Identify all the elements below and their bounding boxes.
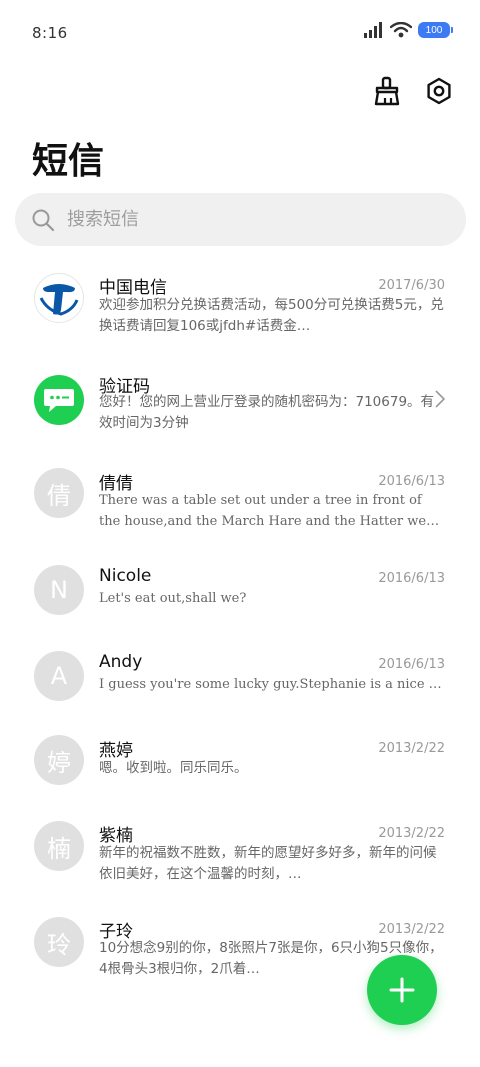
conversation-preview: 新年的祝福数不胜数，新年的愿望好多好多，新年的问候依旧美好，在这个温馨的时刻，… xyxy=(99,845,437,882)
search-icon xyxy=(32,209,55,231)
conversation-item[interactable]: 中国电信 2017/6/30 欢迎参加积分兑换话费活动，每500分可兑换话费5元… xyxy=(0,262,480,347)
status-icons: 100 xyxy=(364,22,453,38)
plus-icon xyxy=(389,977,415,1003)
china-telecom-logo-icon xyxy=(34,273,84,323)
conversation-name: Nicole xyxy=(99,566,152,586)
status-bar: 8:16 100 xyxy=(0,0,480,64)
conversation-date: 2017/6/30 xyxy=(378,278,445,293)
contact-avatar: A xyxy=(34,651,84,701)
conversation-date: 2016/6/13 xyxy=(378,657,445,672)
conversation-item[interactable]: 楠 紫楠 2013/2/22 新年的祝福数不胜数，新年的愿望好多好多，新年的问候… xyxy=(0,811,480,896)
chevron-right-icon xyxy=(435,390,445,408)
conversation-date: 2013/2/22 xyxy=(378,826,445,841)
contact-avatar: 倩 xyxy=(34,468,84,518)
wifi-icon xyxy=(390,22,412,38)
conversation-date: 2016/6/13 xyxy=(378,571,445,586)
conversation-item[interactable]: 倩 倩倩 2016/6/13 There was a table set out… xyxy=(0,458,480,543)
conversation-preview: There was a table set out under a tree i… xyxy=(99,493,440,529)
conversation-preview: 欢迎参加积分兑换话费活动，每500分可兑换话费5元，兑换话费请回复106或jfd… xyxy=(99,297,444,334)
conversation-item[interactable]: 验证码 您好！您的网上营业厅登录的随机密码为：710679。有效时间为3分钟 xyxy=(0,360,480,445)
conversation-preview: 嗯。收到啦。同乐同乐。 xyxy=(99,760,248,776)
conversation-date: 2013/2/22 xyxy=(378,922,445,937)
conversation-item[interactable]: A Andy 2016/6/13 I guess you're some luc… xyxy=(0,641,480,726)
broom-icon xyxy=(374,76,400,106)
search-bar[interactable] xyxy=(15,193,466,246)
new-message-button[interactable] xyxy=(367,955,437,1025)
page-title: 短信 xyxy=(32,140,105,182)
search-input[interactable] xyxy=(67,209,427,230)
message-bubble-icon xyxy=(34,375,84,425)
contact-avatar: N xyxy=(34,565,84,615)
conversation-preview: Let's eat out,shall we? xyxy=(99,591,247,606)
conversation-date: 2013/2/22 xyxy=(378,741,445,756)
conversation-preview: 您好！您的网上营业厅登录的随机密码为：710679。有效时间为3分钟 xyxy=(99,394,435,431)
contact-avatar: 玲 xyxy=(34,917,84,967)
status-time: 8:16 xyxy=(32,24,68,42)
settings-button[interactable] xyxy=(424,76,454,106)
signal-icon xyxy=(364,22,382,38)
toolbar xyxy=(372,76,454,106)
contact-avatar: 婷 xyxy=(34,735,84,785)
conversation-preview: I guess you're some lucky guy.Stephanie … xyxy=(99,677,444,692)
battery-indicator: 100 xyxy=(418,22,453,38)
battery-level: 100 xyxy=(425,24,443,36)
settings-icon xyxy=(427,77,451,105)
conversation-item[interactable]: 婷 燕婷 2013/2/22 嗯。收到啦。同乐同乐。 xyxy=(0,726,480,811)
conversation-date: 2016/6/13 xyxy=(378,474,445,489)
contact-avatar: 楠 xyxy=(34,821,84,871)
conversation-item[interactable]: N Nicole 2016/6/13 Let's eat out,shall w… xyxy=(0,555,480,640)
conversation-name: Andy xyxy=(99,652,143,672)
clean-button[interactable] xyxy=(372,76,402,106)
